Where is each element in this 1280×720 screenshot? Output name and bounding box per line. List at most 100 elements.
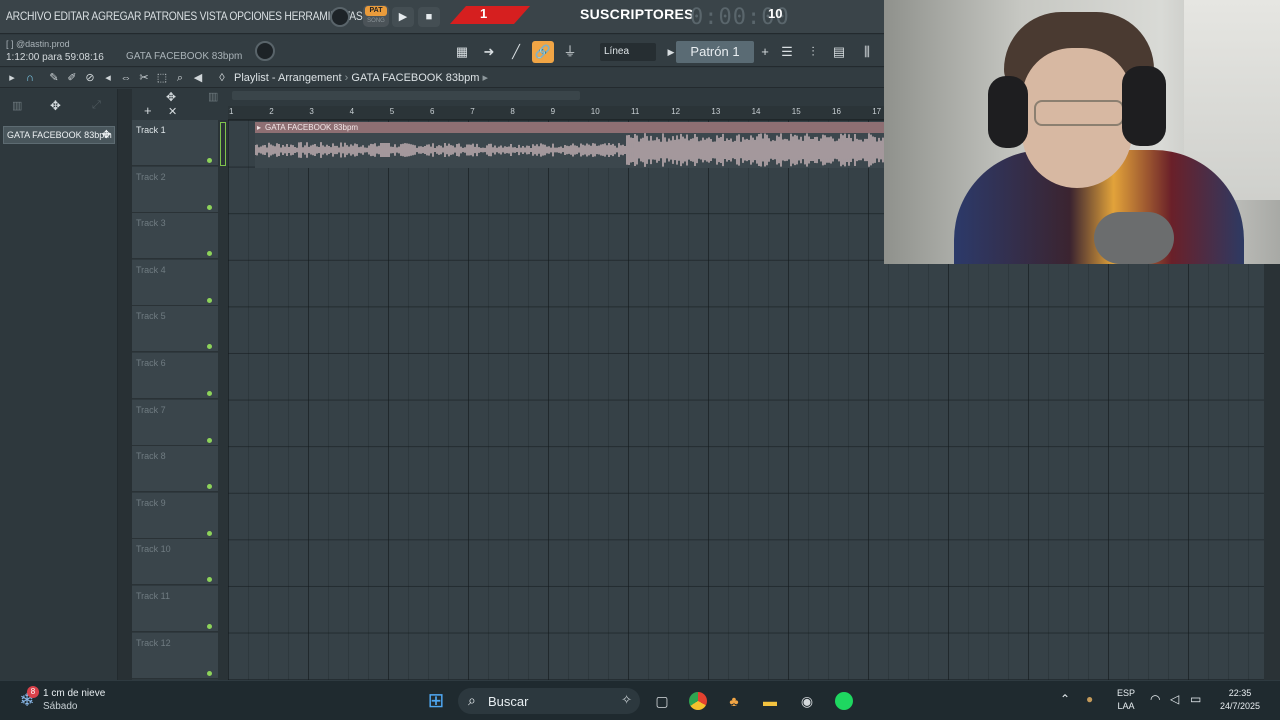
audio-clip-header[interactable]: ▸ GATA FACEBOOK 83bpm — [255, 122, 884, 133]
microphone-tray-icon[interactable]: ● — [1086, 692, 1093, 706]
track-header[interactable]: Track 9 — [132, 492, 218, 539]
track-header[interactable]: Track 10 — [132, 539, 218, 586]
track-mute-led[interactable] — [207, 530, 212, 536]
track-mute-led[interactable] — [207, 344, 212, 350]
volume-icon[interactable]: ◁ — [1170, 692, 1179, 706]
main-volume-knob[interactable] — [330, 7, 350, 27]
pattern-selector[interactable]: Patrón 1 — [676, 41, 754, 63]
track-header[interactable]: Track 7 — [132, 399, 218, 446]
fl-studio-icon[interactable]: ♣ — [722, 689, 746, 713]
task-view-icon[interactable]: ▢ — [650, 689, 674, 713]
mixer-icon[interactable]: ⫼ — [856, 41, 878, 63]
track-header[interactable]: Track 3 — [132, 213, 218, 260]
draw-icon[interactable]: ╱ — [505, 41, 527, 63]
track-mute-led[interactable] — [207, 670, 212, 676]
battery-icon[interactable]: ▭ — [1190, 692, 1201, 706]
obs-icon[interactable]: ◉ — [795, 689, 819, 713]
track-mute-led[interactable] — [207, 577, 212, 583]
windows-start-icon[interactable]: ⊞ — [424, 689, 448, 713]
horizontal-scrollbar[interactable] — [232, 91, 580, 100]
track-mute-led[interactable] — [207, 484, 212, 490]
grid-view-icon[interactable]: ▥ — [208, 90, 218, 103]
pencil-icon[interactable]: ✎ — [46, 70, 62, 86]
track-mute-led[interactable] — [207, 204, 212, 210]
weather-summary[interactable]: 1 cm de nieve — [43, 688, 105, 699]
playlist-menu-icon[interactable]: ▸ — [4, 70, 20, 86]
track-header[interactable]: Track 11 — [132, 586, 218, 632]
track-mute-led[interactable] — [207, 437, 212, 443]
track-mute-led[interactable] — [207, 391, 212, 396]
add-track-icon[interactable]: + — [144, 103, 152, 118]
arrangement-icon[interactable]: ◊ — [214, 70, 230, 86]
track-scrollbar — [218, 120, 228, 680]
wifi-icon[interactable]: ◠ — [1150, 692, 1160, 706]
audio-clip-name: GATA FACEBOOK 83bpm — [265, 123, 359, 132]
delete-icon[interactable]: ⊘ — [82, 70, 98, 86]
select-icon[interactable]: ⬚ — [154, 70, 170, 86]
picker-panel: ▥ ✥ ⤢ GATA FACEBOOK 83bpm ✥ — [0, 89, 118, 680]
close-icon[interactable]: ✕ — [168, 105, 177, 118]
picker-scrollbar[interactable] — [118, 89, 132, 680]
track-mute-led[interactable] — [207, 251, 212, 257]
track-header[interactable]: Track 2 — [132, 166, 218, 213]
stop-button[interactable]: ■ — [418, 7, 440, 27]
timeline-ruler[interactable]: 1 2 3 4 5 6 7 8 9 10 11 12 13 14 15 16 17 — [228, 106, 884, 120]
metronome-icon[interactable]: ⏚ — [559, 41, 581, 63]
channel-rack-icon[interactable]: ⫶ — [802, 41, 824, 63]
track-list: Track 1 Track 2 Track 3 Track 4 Track 5 Track… — [132, 120, 228, 680]
snap-select[interactable]: Línea — [600, 43, 656, 61]
track-header[interactable]: Track 8 — [132, 446, 218, 493]
audio-clip[interactable]: ▸ GATA FACEBOOK 83bpm — [255, 122, 884, 168]
picker-grid-icon[interactable]: ▥ — [12, 99, 22, 112]
slip-icon[interactable]: ⇔ — [118, 70, 134, 86]
bar-number: 6 — [430, 107, 435, 116]
playback-icon[interactable]: ◀ — [190, 70, 206, 86]
windows-taskbar: ❄ 8 1 cm de nieve Sábado ⊞ ⌕ Buscar ✧ ▢ … — [0, 680, 1280, 720]
picker-move-icon[interactable]: ✥ — [50, 98, 61, 114]
track-header[interactable]: Track 6 — [132, 353, 218, 399]
add-pattern-icon[interactable]: + — [754, 41, 776, 63]
track-header[interactable]: Track 5 — [132, 306, 218, 353]
tray-overflow-icon[interactable]: ⌃ — [1060, 692, 1070, 706]
keyboard-layout[interactable]: LAA — [1112, 701, 1140, 711]
language-code[interactable]: ESP — [1112, 688, 1140, 698]
track-header[interactable]: Track 4 — [132, 259, 218, 306]
bar-number: 15 — [791, 107, 801, 116]
track-mute-led[interactable] — [207, 297, 212, 303]
spotify-icon[interactable] — [832, 689, 856, 713]
magnet-icon[interactable]: ∩ — [22, 70, 38, 86]
piano-icon[interactable]: ▦ — [451, 41, 473, 63]
taskbar-search[interactable]: ⌕ Buscar ✧ — [458, 688, 640, 714]
bar-number: 13 — [711, 107, 721, 116]
clock-time[interactable]: 22:35 — [1216, 688, 1264, 698]
webcam-glasses — [1034, 100, 1124, 126]
chrome-icon[interactable] — [686, 689, 710, 713]
bar-number: 8 — [510, 107, 515, 116]
main-menu[interactable]: ARCHIVO EDITAR AGREGAR PATRONES VISTA OP… — [6, 9, 385, 23]
track-name: Track 4 — [136, 264, 166, 275]
paint-icon[interactable]: ✐ — [64, 70, 80, 86]
right-scrollbar[interactable] — [1264, 264, 1280, 680]
play-button[interactable]: ▶ — [392, 7, 414, 27]
link-icon[interactable]: 🔗 — [532, 41, 554, 63]
track-header[interactable]: Track 1 — [132, 120, 218, 166]
clock-date[interactable]: 24/7/2025 — [1212, 701, 1268, 711]
track-mute-led[interactable] — [207, 624, 212, 629]
file-explorer-icon[interactable]: ▬ — [758, 689, 782, 713]
track-mute-led[interactable] — [207, 158, 212, 163]
master-pitch-knob[interactable] — [255, 41, 275, 61]
slice-icon[interactable]: ✂ — [136, 70, 152, 86]
zoom-move-icon[interactable]: ✥ — [166, 90, 176, 104]
arrow-right-icon[interactable]: ➜ — [478, 41, 500, 63]
piano-roll-icon[interactable]: ▤ — [828, 41, 850, 63]
zoom-icon[interactable]: ⌕ — [172, 70, 188, 86]
pat-song-toggle[interactable]: PAT SONG — [363, 5, 389, 27]
audio-clip-icon: ✥ — [101, 129, 111, 141]
track-header[interactable]: Track 12 — [132, 632, 218, 679]
mute-icon[interactable]: ◂ — [100, 70, 116, 86]
picker-link-icon[interactable]: ⤢ — [92, 99, 101, 112]
track-name: Track 8 — [136, 451, 166, 462]
playlist-view-icon[interactable]: ☰ — [776, 41, 798, 63]
picker-clip-item[interactable]: GATA FACEBOOK 83bpm ✥ — [3, 126, 115, 144]
bar-number: 17 — [872, 107, 882, 116]
